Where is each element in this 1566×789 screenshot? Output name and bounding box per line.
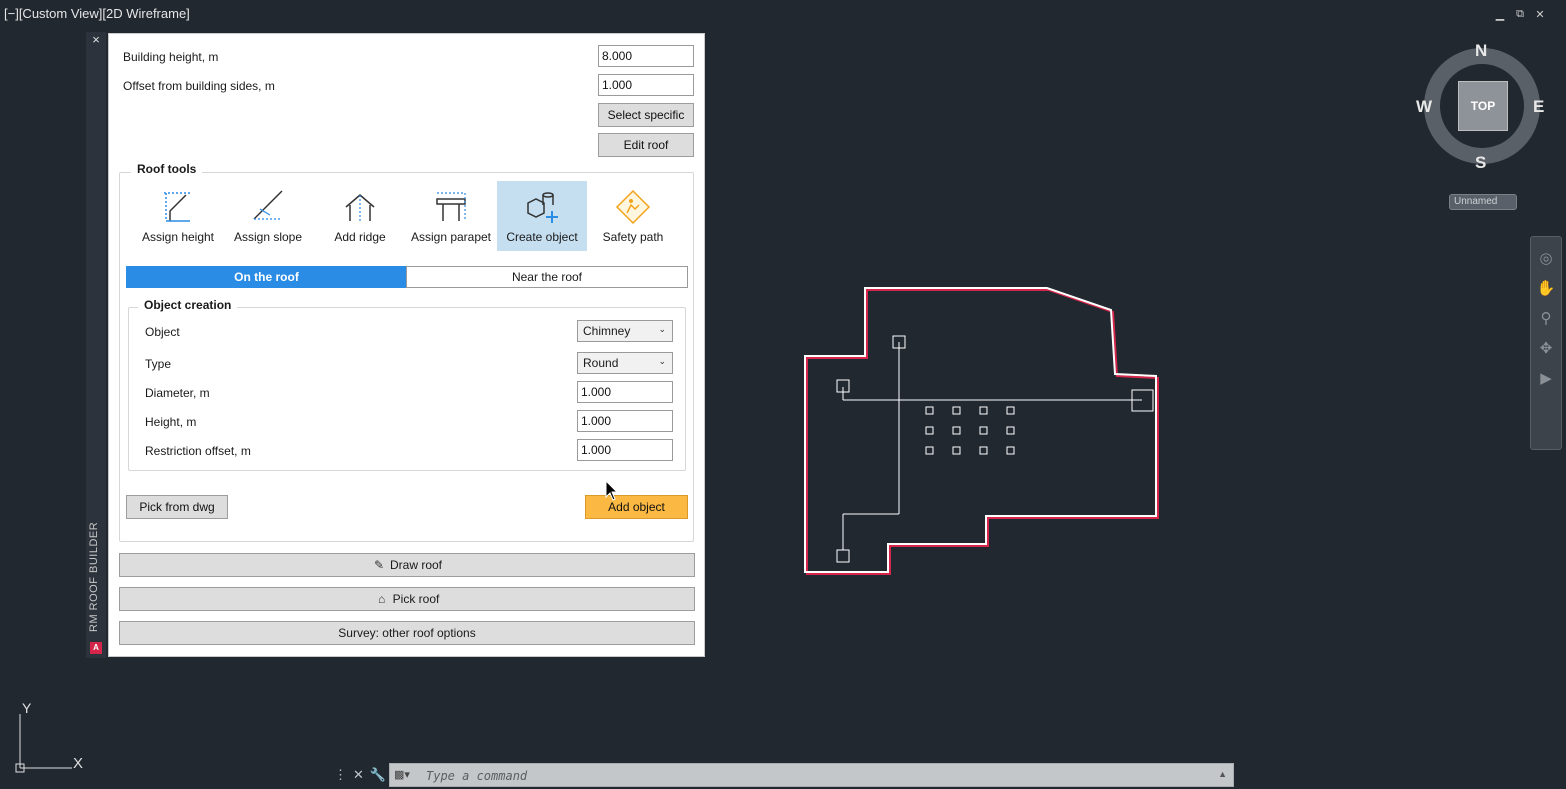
tab-on-the-roof[interactable]: On the roof [126,266,407,288]
tool-label: Create object [506,230,578,244]
command-input[interactable]: Type a command [426,769,527,783]
orbit-icon[interactable]: ✥ [1531,339,1561,357]
viewport-label[interactable]: [−][Custom View][2D Wireframe] [4,6,190,21]
pencil-icon: ✎ [373,558,385,572]
tool-create-object[interactable]: Create object [497,181,587,251]
tool-label: Assign height [141,230,215,244]
wrench-icon[interactable]: 🔧 [370,767,386,783]
restriction-offset-label: Restriction offset, m [145,444,251,458]
viewport-window-controls: ▁ ⧉ ✕ [1494,8,1546,21]
roof-drawing[interactable] [795,280,1175,590]
navigation-bar: ◎ ✋ ⚲ ✥ ▶ [1530,236,1562,450]
height-input[interactable]: 1.000 [577,410,673,432]
pick-roof-label: Pick roof [392,592,440,606]
restore-icon[interactable]: ⧉ [1514,8,1526,21]
object-creation-title: Object creation [138,298,238,312]
tool-label: Safety path [602,230,664,244]
tool-assign-slope[interactable]: Assign slope [223,181,313,251]
edit-roof-button[interactable]: Edit roof [598,133,694,157]
tool-add-ridge[interactable]: Add ridge [315,181,405,251]
zoom-icon[interactable]: ⚲ [1531,309,1561,327]
add-object-button[interactable]: Add object [585,495,688,519]
pan-icon[interactable]: ✋ [1531,279,1561,297]
roof-pick-icon: ⌂ [378,592,386,606]
roof-tools-title: Roof tools [131,162,203,176]
object-select-value: Chimney [583,324,631,338]
palette-close-icon[interactable]: × [86,32,106,47]
tool-assign-parapet[interactable]: Assign parapet [406,181,496,251]
draw-roof-label: Draw roof [389,558,442,572]
tab-near-the-roof[interactable]: Near the roof [406,266,688,288]
create-object-icon [527,192,558,223]
roof-object[interactable] [836,549,850,563]
restriction-offset-input[interactable]: 1.000 [577,439,673,461]
assign-parapet-icon [436,192,466,221]
assign-slope-icon [253,190,283,220]
offset-input[interactable]: 1.000 [598,74,694,96]
tool-label: Assign parapet [410,230,492,244]
command-line[interactable]: ▩▾ Type a command ▲ [389,763,1234,787]
palette-title-bar[interactable]: × RM ROOF BUILDER A [86,32,106,658]
command-prompt-icon[interactable]: ▩▾ [394,768,416,782]
steering-wheel-icon[interactable]: ◎ [1531,249,1561,267]
offset-label: Offset from building sides, m [123,79,275,93]
assign-height-icon [164,192,190,222]
roof-builder-panel: Building height, m 8.000 Offset from bui… [108,33,705,657]
close-icon[interactable]: ✕ [353,767,364,783]
palette-logo: A [90,642,102,654]
pick-from-dwg-button[interactable]: Pick from dwg [126,495,228,519]
safety-path-icon [615,189,651,225]
ucs-y-label: Y [22,700,32,716]
tool-label: Assign slope [233,230,303,244]
object-label: Object [145,325,180,339]
compass-west[interactable]: W [1416,97,1432,117]
close-icon[interactable]: ✕ [1534,8,1546,21]
chevron-down-icon: ⌄ [658,356,666,366]
survey-button[interactable]: Survey: other roof options [119,621,695,645]
tool-safety-path[interactable]: Safety path [588,181,678,251]
diameter-label: Diameter, m [145,386,210,400]
pick-roof-button[interactable]: ⌂ Pick roof [119,587,695,611]
ucs-menu[interactable]: Unnamed [1449,194,1517,210]
type-select-value: Round [583,356,619,370]
ucs-icon: Y X [15,700,83,773]
grip-icon[interactable]: ⋮ [334,767,347,783]
viewcube-top-face[interactable]: TOP [1458,81,1508,131]
building-height-input[interactable]: 8.000 [598,45,694,67]
draw-roof-button[interactable]: ✎ Draw roof [119,553,695,577]
minimize-icon[interactable]: ▁ [1494,8,1506,21]
diameter-input[interactable]: 1.000 [577,381,673,403]
command-line-grip[interactable]: ⋮ ✕ 🔧 [331,763,387,787]
palette-title: RM ROOF BUILDER [88,521,100,632]
tool-assign-height[interactable]: Assign height [133,181,223,251]
roof-outline-red [806,289,1159,575]
viewcube[interactable]: N S E W TOP [1416,40,1544,173]
compass-south[interactable]: S [1475,153,1486,173]
building-height-label: Building height, m [123,50,219,64]
add-ridge-icon [345,194,375,221]
solar-grid [925,406,1015,455]
select-specific-button[interactable]: Select specific [598,103,694,127]
chevron-down-icon: ⌄ [658,324,666,334]
chevron-up-icon[interactable]: ▲ [1218,769,1227,779]
ucs-x-label: X [73,755,83,772]
type-label: Type [145,357,172,371]
type-select[interactable]: Round ⌄ [577,352,673,374]
height-label: Height, m [145,415,197,429]
object-select[interactable]: Chimney ⌄ [577,320,673,342]
mouse-cursor-icon [605,480,619,501]
tool-label: Add ridge [334,230,386,244]
showmotion-icon[interactable]: ▶ [1531,369,1561,387]
compass-north[interactable]: N [1475,41,1487,61]
compass-east[interactable]: E [1533,97,1544,117]
